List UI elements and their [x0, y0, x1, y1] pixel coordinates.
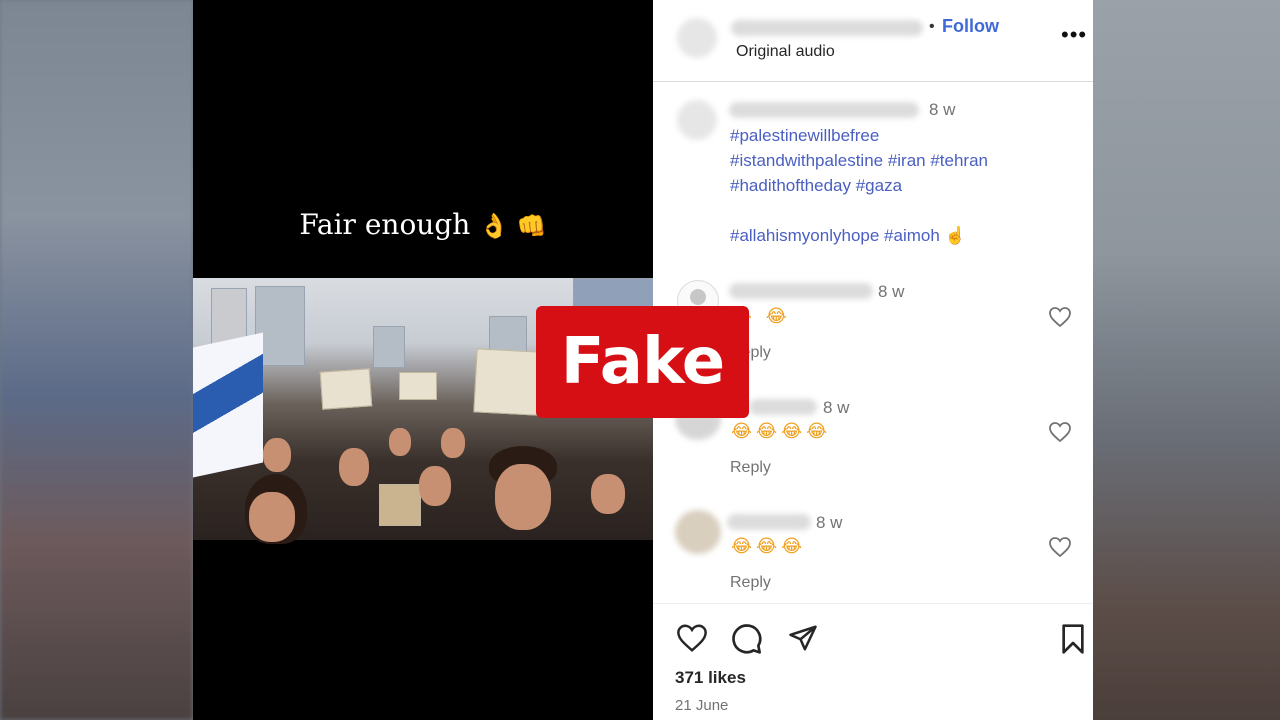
protest-sign	[379, 484, 421, 526]
comment-text: 😂😂😂😂	[731, 421, 832, 442]
video-caption-emojis: 👌 👊	[479, 212, 547, 240]
video-caption: Fair enough 👌 👊	[193, 208, 653, 241]
like-comment-heart-icon[interactable]	[1048, 421, 1072, 443]
protest-sign	[473, 348, 541, 416]
blurred-background-right	[1093, 0, 1280, 720]
separator-dot: •	[929, 18, 935, 35]
caption-author-username[interactable]	[729, 102, 919, 118]
save-bookmark-icon[interactable]	[1059, 623, 1087, 655]
comment-timestamp: 8 w	[816, 513, 843, 532]
comment-timestamp: 8 w	[878, 282, 905, 301]
protest-sign	[399, 372, 437, 400]
follow-button[interactable]: Follow	[942, 16, 999, 37]
comment-timestamp: 8 w	[823, 398, 850, 417]
person	[263, 438, 291, 472]
comment-bubble-icon[interactable]	[731, 623, 763, 655]
hashtag-line[interactable]: #istandwithpalestine #iran #tehran	[730, 148, 988, 173]
like-heart-icon[interactable]	[675, 623, 709, 653]
person	[389, 428, 411, 456]
commenter-username[interactable]	[729, 283, 873, 299]
person	[339, 448, 369, 486]
caption-timestamp: 8 w	[929, 100, 956, 119]
caption-hashtags: #palestinewillbefree #istandwithpalestin…	[730, 123, 988, 248]
divider	[653, 603, 1093, 604]
author-avatar[interactable]	[677, 18, 717, 58]
blurred-background-left	[0, 0, 193, 720]
protest-sign	[319, 368, 373, 410]
person	[441, 428, 465, 458]
person	[591, 474, 625, 514]
more-options-icon[interactable]: •••	[1061, 22, 1087, 48]
flag	[193, 332, 263, 478]
commenter-avatar[interactable]	[675, 510, 721, 554]
audio-label[interactable]: Original audio	[736, 43, 835, 61]
reply-button[interactable]: Reply	[730, 459, 771, 477]
reply-button[interactable]: Reply	[730, 574, 771, 592]
building	[373, 326, 405, 368]
likes-count[interactable]: 371 likes	[675, 668, 746, 688]
person	[495, 464, 551, 530]
person	[249, 492, 295, 542]
post-header: • Follow Original audio •••	[653, 0, 1093, 82]
commenter-username[interactable]	[727, 514, 811, 530]
fake-label-badge: Fake	[536, 306, 749, 418]
commenter-username[interactable]	[749, 399, 817, 415]
comment-text: 😂😂😂	[731, 536, 807, 557]
like-comment-heart-icon[interactable]	[1048, 536, 1072, 558]
hashtag-line[interactable]: #palestinewillbefree	[730, 123, 988, 148]
caption-author-avatar[interactable]	[677, 100, 717, 140]
author-username[interactable]	[731, 20, 923, 36]
hashtag-line[interactable]: #hadithoftheday #gaza	[730, 173, 988, 198]
post-date: 21 June	[675, 697, 729, 714]
hashtag-line[interactable]: #allahismyonlyhope #aimoh ☝	[730, 223, 988, 248]
like-comment-heart-icon[interactable]	[1048, 306, 1072, 328]
video-caption-text: Fair enough	[299, 208, 471, 241]
share-paper-plane-icon[interactable]	[787, 623, 819, 653]
person	[419, 466, 451, 506]
